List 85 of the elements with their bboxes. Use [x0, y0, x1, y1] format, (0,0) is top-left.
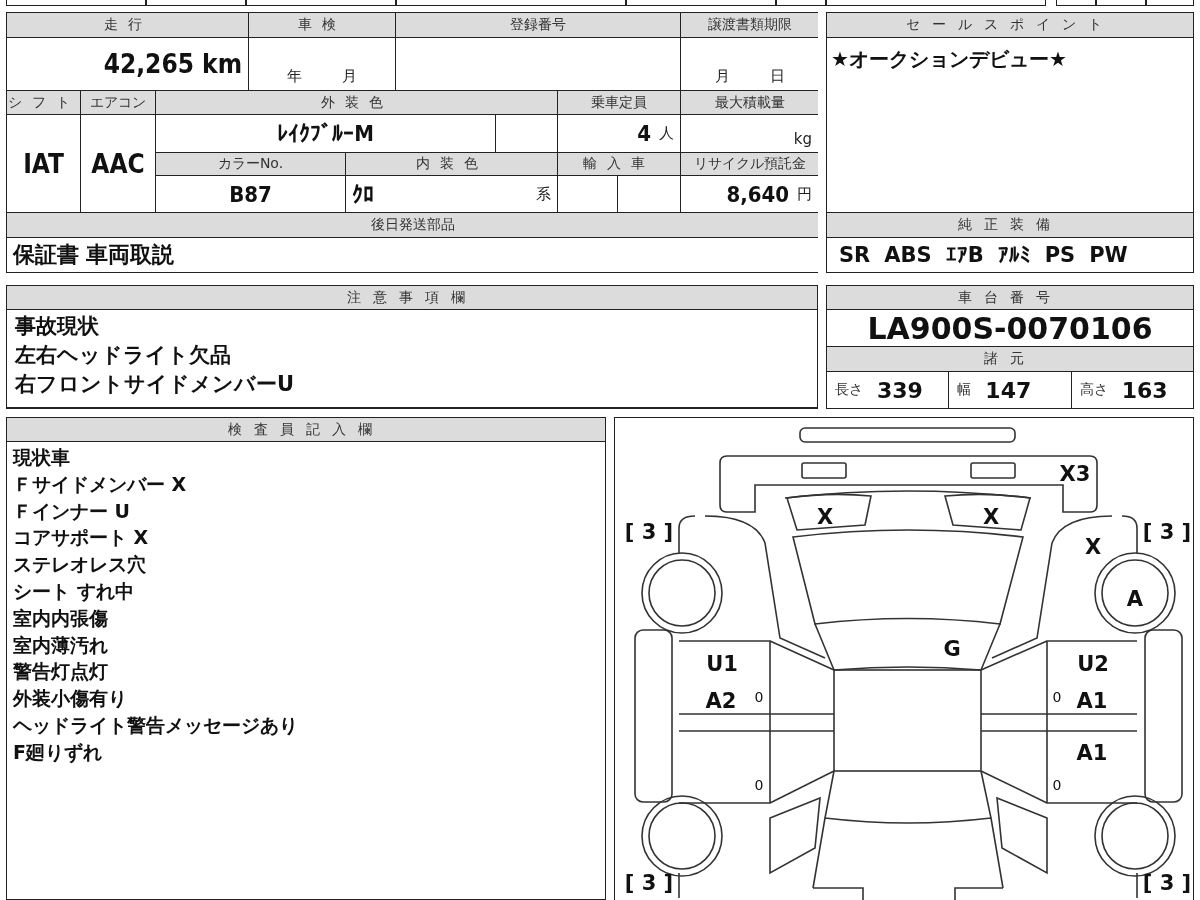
spec-label: 長さ — [835, 381, 863, 399]
field-label: 輸入車 — [558, 153, 680, 175]
field-label: 譲渡書類期限 — [681, 13, 818, 37]
damage-mark: A — [1126, 587, 1144, 611]
field-value: ｸﾛ — [352, 181, 374, 207]
field-label: 内装色 — [346, 153, 557, 175]
inspection-line: コアサポート X — [13, 525, 149, 551]
section-header: 注意事項欄 — [7, 286, 817, 309]
damage-mark: G — [943, 637, 961, 661]
field-label: 乗車定員 — [558, 91, 680, 114]
unit-label: 人 — [659, 124, 674, 143]
chassis-number: LA900S-0070106 — [827, 310, 1193, 346]
inspection-line: Ｆサイドメンバー X — [13, 471, 187, 497]
field-value: 42,265 km — [103, 49, 242, 79]
unit-label: 年 — [287, 67, 302, 86]
field-label: 車検 — [249, 13, 395, 37]
damage-mark: [ 3 ] — [1142, 871, 1192, 895]
field-label: 後日発送部品 — [7, 213, 818, 237]
damage-mark: 0 — [1052, 689, 1062, 705]
damage-mark: X — [982, 505, 1000, 529]
damage-mark: 0 — [754, 689, 764, 705]
section-header: セールスポイント — [827, 13, 1193, 37]
inspection-line: 現状車 — [13, 445, 70, 470]
spec-label: 高さ — [1079, 381, 1108, 399]
inspection-line: 外装小傷有り — [13, 686, 127, 712]
field-label: 走行 — [7, 13, 248, 37]
equipment-item: PW — [1089, 243, 1128, 267]
damage-mark: X — [1084, 535, 1102, 559]
damage-mark: 0 — [1052, 777, 1062, 793]
inspection-line: F廻りずれ — [13, 739, 102, 765]
field-value: 8,640 — [726, 181, 789, 207]
damage-mark: [ 3 ] — [1142, 520, 1192, 544]
unit-label: 月 — [714, 67, 730, 86]
equipment-item: PS — [1044, 243, 1076, 267]
section-header: 車台番号 — [827, 286, 1193, 309]
inspection-line: シート すれ中 — [13, 579, 134, 604]
section-header: 検査員記入欄 — [7, 418, 605, 441]
inspection-line: ヘッドライト警告メッセージあり — [13, 712, 298, 738]
field-value: 保証書 車両取説 — [13, 241, 174, 269]
note-line: 左右ヘッドライト欠品 — [15, 342, 231, 369]
note-line: 右フロントサイドメンバーU — [15, 371, 295, 398]
inspection-line: Ｆインナー U — [13, 498, 131, 524]
damage-mark: X — [816, 505, 834, 529]
inspection-line: 室内薄汚れ — [13, 632, 108, 658]
spec-label: 幅 — [957, 381, 972, 399]
note-line: 事故現状 — [15, 313, 99, 340]
sales-point-text: ★オークションデビュー★ — [831, 47, 1067, 71]
damage-mark: [ 3 ] — [624, 520, 674, 544]
spec-value: 147 — [985, 377, 1032, 403]
field-label: シフト — [7, 91, 80, 114]
section-header: 純正装備 — [827, 213, 1193, 237]
inspection-line: 警告灯点灯 — [13, 659, 108, 685]
field-label: 登録番号 — [396, 13, 680, 37]
field-value: 4 — [637, 121, 651, 146]
section-header: 諸元 — [827, 347, 1193, 371]
spec-value: 163 — [1121, 377, 1168, 403]
field-label: リサイクル預託金 — [681, 153, 818, 175]
inspection-line: ステレオレス穴 — [13, 552, 146, 578]
field-value: IAT — [23, 148, 64, 179]
field-value: AAC — [91, 148, 145, 179]
unit-label: 系 — [536, 184, 551, 204]
unit-label: 月 — [342, 67, 357, 86]
field-label: カラーNo. — [156, 153, 345, 175]
unit-label: 円 — [797, 184, 812, 204]
field-label: 外装色 — [156, 91, 557, 114]
field-value: ﾚｲｸﾌﾞﾙｰM — [277, 121, 374, 146]
field-value: B87 — [229, 181, 272, 207]
damage-mark: [ 3 ] — [624, 871, 674, 895]
damage-mark: A2 — [705, 689, 737, 713]
field-label: 最大積載量 — [681, 91, 818, 114]
damage-mark: U2 — [1077, 652, 1109, 676]
damage-mark: A1 — [1076, 741, 1108, 765]
equipment-item: ABS — [884, 243, 932, 267]
equipment-item: ｱﾙﾐ — [997, 243, 1031, 267]
equipment-item: SR — [839, 243, 871, 267]
damage-mark: U1 — [706, 652, 738, 676]
damage-mark: A1 — [1076, 689, 1108, 713]
damage-mark: X3 — [1059, 462, 1091, 486]
unit-label: 日 — [769, 67, 785, 86]
spec-value: 339 — [877, 377, 923, 403]
inspection-line: 室内内張傷 — [13, 605, 108, 631]
field-label: エアコン — [81, 91, 155, 114]
equipment-item: ｴｱB — [945, 243, 984, 267]
unit-label: kg — [793, 130, 812, 148]
damage-mark: 0 — [754, 777, 764, 793]
